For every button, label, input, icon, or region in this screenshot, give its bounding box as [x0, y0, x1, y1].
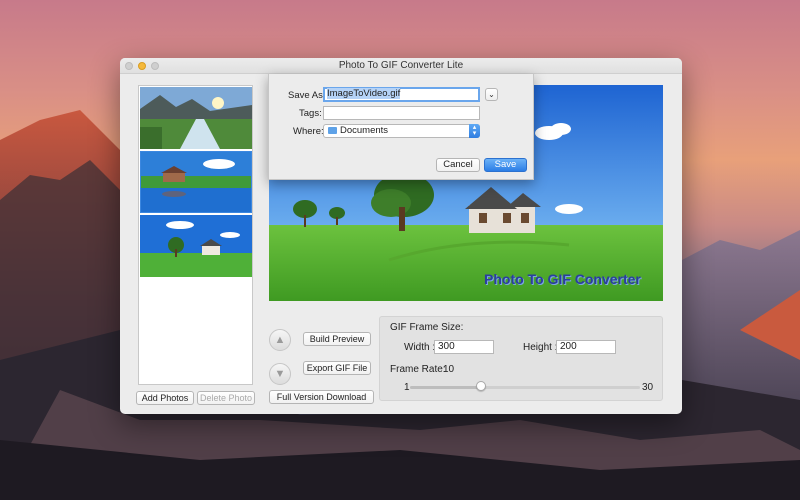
down-arrow-icon: ▼: [274, 368, 286, 380]
move-up-button[interactable]: ▲: [269, 329, 291, 351]
save-dialog-sheet: Save As: ImageToVideo.gif ⌄ Tags: Where:…: [268, 74, 534, 180]
chevron-down-icon: ⌄: [488, 90, 495, 99]
delete-photo-button[interactable]: Delete Photo: [197, 391, 255, 405]
frame-rate-slider[interactable]: [410, 386, 640, 389]
move-down-button[interactable]: ▼: [269, 363, 291, 385]
where-label: Where:: [293, 126, 324, 137]
width-label: Width :: [404, 342, 436, 353]
slider-fill: [410, 386, 482, 389]
build-preview-button[interactable]: Build Preview: [303, 332, 371, 346]
popup-arrows-icon: ▴ ▾: [469, 124, 480, 138]
expand-dialog-button[interactable]: ⌄: [485, 88, 498, 101]
photo-thumbnail-mountain-stream[interactable]: [140, 87, 252, 149]
add-photos-button[interactable]: Add Photos: [136, 391, 194, 405]
slider-min-label: 1: [404, 382, 410, 393]
tags-label: Tags:: [299, 108, 322, 119]
where-popup[interactable]: Documents ▴ ▾: [323, 124, 480, 138]
up-arrow-icon: ▲: [274, 334, 286, 346]
frame-rate-label: Frame Rate:: [390, 364, 446, 375]
save-as-label: Save As:: [288, 90, 326, 101]
width-field[interactable]: 300: [434, 340, 494, 354]
folder-icon: [328, 127, 337, 134]
slider-max-label: 30: [642, 382, 654, 393]
gif-settings-panel: GIF Frame Size: Width : 300 Height : 200…: [379, 316, 663, 401]
photo-thumbnail-house-tree[interactable]: [140, 215, 252, 277]
preview-watermark-text: Photo To GIF Converter: [484, 271, 641, 287]
photo-thumbnail-lake-house[interactable]: [140, 151, 252, 213]
frame-rate-slider-knob[interactable]: [476, 381, 487, 391]
full-version-download-button[interactable]: Full Version Download: [269, 390, 374, 404]
photo-list[interactable]: [138, 85, 253, 385]
frame-size-label: GIF Frame Size:: [390, 322, 464, 333]
export-gif-button[interactable]: Export GIF File: [303, 361, 371, 375]
save-as-field[interactable]: ImageToVideo.gif: [323, 87, 480, 102]
save-as-value: ImageToVideo.gif: [327, 88, 401, 99]
window-title: Photo To GIF Converter Lite: [338, 60, 464, 71]
height-label: Height :: [523, 342, 558, 353]
frame-rate-value: 10: [443, 364, 455, 375]
save-button[interactable]: Save: [484, 158, 527, 172]
title-bar: Photo To GIF Converter Lite: [120, 58, 682, 74]
where-value: Documents: [340, 125, 389, 136]
tags-field[interactable]: [323, 106, 480, 120]
height-field[interactable]: 200: [556, 340, 616, 354]
cancel-button[interactable]: Cancel: [436, 158, 480, 172]
